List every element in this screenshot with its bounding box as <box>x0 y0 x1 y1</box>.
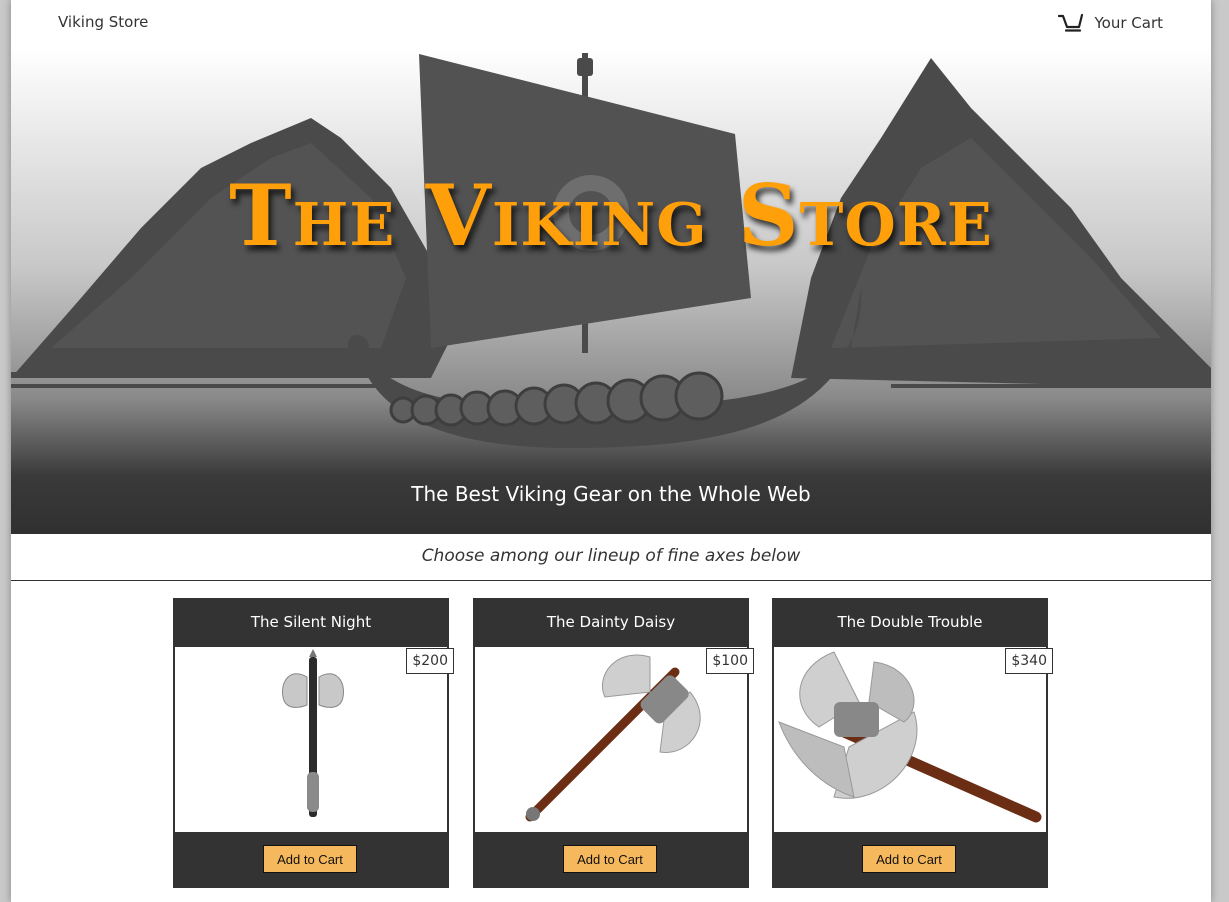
product-title: The Dainty Daisy <box>546 613 676 631</box>
double-axe-image[interactable] <box>475 647 747 832</box>
divider <box>11 580 1211 581</box>
viking-ship-illustration <box>11 53 1211 448</box>
product-card: The Dainty Daisy $100 Add to Cart <box>473 598 754 888</box>
cart-link[interactable]: Your Cart <box>1058 13 1163 33</box>
brand-link[interactable]: Viking Store <box>58 13 148 31</box>
top-navbar: Viking Store Your Cart <box>11 0 1211 48</box>
hero-title: The Viking Store <box>229 166 993 265</box>
add-to-cart-button[interactable]: Add to Cart <box>263 845 357 873</box>
hero-banner: The Viking Store The Best Viking Gear on… <box>11 48 1211 534</box>
price-tag: $340 <box>1005 648 1053 674</box>
product-title: The Silent Night <box>250 613 372 631</box>
price-tag: $100 <box>706 648 754 674</box>
product-card: The Silent Night $200 Add to Cart <box>173 598 454 888</box>
double-axe-image[interactable] <box>774 647 1046 832</box>
cart-icon <box>1058 13 1084 33</box>
price-tag: $200 <box>406 648 454 674</box>
tagline: Choose among our lineup of fine axes bel… <box>421 546 801 566</box>
product-card: The Double Trouble $340 Add to Cart <box>772 598 1053 888</box>
double-axe-image[interactable] <box>175 647 447 832</box>
hero-subtitle: The Best Viking Gear on the Whole Web <box>411 482 811 506</box>
add-to-cart-button[interactable]: Add to Cart <box>862 845 956 873</box>
add-to-cart-button[interactable]: Add to Cart <box>563 845 657 873</box>
page: Viking Store Your Cart The Viking Store … <box>11 0 1211 902</box>
product-title: The Double Trouble <box>837 613 983 631</box>
cart-label: Your Cart <box>1094 14 1163 32</box>
